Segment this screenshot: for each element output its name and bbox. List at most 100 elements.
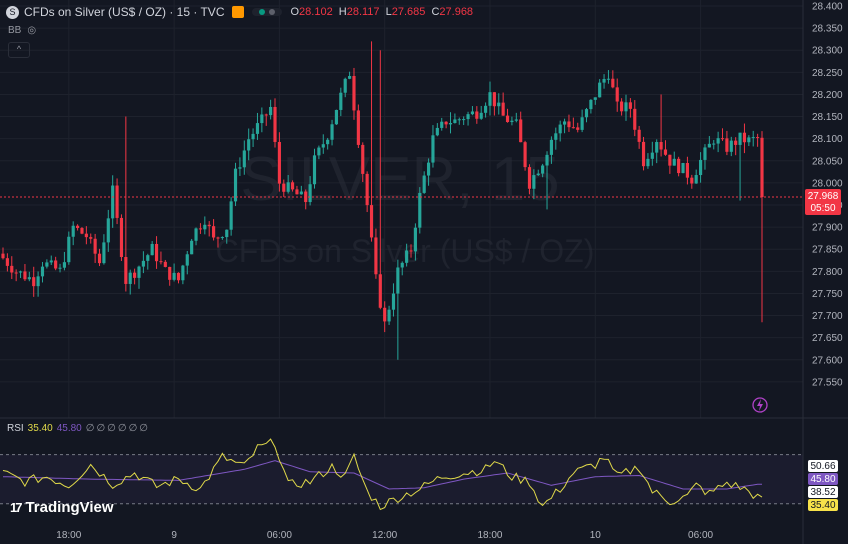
- watermark-description: CFDs on Silver (US$ / OZ): [216, 233, 595, 269]
- y-tick-label: 27.800: [812, 267, 843, 278]
- symbol-title[interactable]: CFDs on Silver (US$ / OZ) · 15 · TVC: [24, 5, 224, 19]
- candle-body: [229, 201, 233, 230]
- rsi-value: 35.40: [27, 423, 53, 434]
- candle-body: [698, 159, 703, 176]
- candle-body: [734, 140, 738, 145]
- candle-body: [554, 133, 558, 140]
- candle-body: [497, 102, 501, 107]
- candle-body: [212, 226, 216, 238]
- candle-body: [365, 173, 369, 206]
- candle-body: [633, 108, 637, 130]
- candle-body: [729, 140, 733, 152]
- rsi-value-badge: 50.66: [808, 460, 838, 472]
- candle-body: [602, 79, 606, 83]
- candle-body: [168, 266, 172, 280]
- candle-body: [233, 168, 238, 202]
- candle-body: [668, 154, 672, 166]
- y-tick-label: 28.250: [812, 68, 843, 79]
- candle-body: [220, 237, 224, 239]
- symbol-logo-icon: S: [6, 5, 19, 19]
- candle-body: [264, 114, 268, 116]
- candle-body: [409, 250, 413, 252]
- candle-body: [383, 307, 387, 322]
- candle: [80, 227, 84, 235]
- candle-body: [510, 120, 514, 123]
- candle-body: [628, 102, 632, 109]
- candle-body: [488, 92, 492, 106]
- chart-canvas[interactable]: SILVER, 15 CFDs on Silver (US$ / OZ) 28.…: [0, 0, 848, 544]
- candle-body: [677, 158, 681, 174]
- flag-icon[interactable]: [232, 6, 245, 18]
- candle-body: [606, 78, 611, 80]
- y-tick-label: 27.600: [812, 355, 843, 366]
- candle-body: [405, 250, 409, 263]
- candle-body: [282, 183, 286, 192]
- candle-body: [545, 154, 549, 166]
- y-tick-label: 28.050: [812, 156, 843, 167]
- candle-body: [181, 265, 185, 281]
- candle-body: [589, 99, 593, 110]
- candle-body: [655, 142, 659, 153]
- candle-body: [541, 165, 545, 174]
- candle-body: [247, 139, 251, 151]
- candle-body: [413, 227, 417, 252]
- y-tick-label: 27.850: [812, 245, 843, 256]
- candle: [641, 136, 646, 171]
- x-tick-label: 06:00: [267, 530, 292, 541]
- candle-body: [203, 224, 207, 230]
- tradingview-logo[interactable]: 17 TradingView: [10, 499, 114, 516]
- x-tick-label: 18:00: [56, 530, 81, 541]
- candle: [681, 162, 685, 174]
- candle-body: [71, 225, 75, 237]
- candle-body: [32, 277, 36, 287]
- bb-label: BB: [8, 25, 22, 36]
- candle-body: [89, 237, 93, 239]
- candle-body: [343, 78, 347, 93]
- candle-body: [124, 257, 128, 284]
- candle-body: [93, 238, 97, 254]
- candle-body: [137, 266, 141, 278]
- candle-body: [146, 255, 150, 261]
- candle-body: [703, 147, 707, 160]
- candle-body: [440, 121, 444, 128]
- candle-body: [751, 137, 755, 139]
- candle-body: [611, 78, 615, 88]
- y-tick-label: 27.900: [812, 223, 843, 234]
- candle-body: [536, 173, 540, 176]
- rsi-badge-text: 50.66: [810, 461, 835, 472]
- candle-body: [198, 228, 203, 230]
- rsi-title: RSI: [7, 423, 24, 434]
- candle-body: [391, 293, 396, 310]
- chart-root[interactable]: SILVER, 15 CFDs on Silver (US$ / OZ) 28.…: [0, 0, 848, 544]
- candle-body: [444, 121, 448, 125]
- candle-body: [317, 147, 321, 156]
- y-tick-label: 28.100: [812, 134, 843, 145]
- candle-body: [663, 149, 668, 155]
- bb-indicator-legend[interactable]: BB ◎: [8, 25, 36, 36]
- candle-body: [742, 132, 747, 143]
- candle-body: [185, 254, 189, 266]
- rsi-badge-text: 35.40: [810, 500, 835, 511]
- candle-body: [505, 115, 510, 123]
- candle-body: [361, 144, 365, 174]
- chart-header: S CFDs on Silver (US$ / OZ) · 15 · TVC O…: [6, 5, 476, 19]
- candle-body: [356, 110, 360, 145]
- candle-body: [650, 152, 654, 159]
- collapse-legend-button[interactable]: ^: [8, 42, 30, 58]
- candle-body: [5, 258, 9, 266]
- eye-slash-icon[interactable]: ◎: [27, 25, 36, 36]
- market-status-icon[interactable]: [252, 8, 283, 16]
- rsi-legend[interactable]: RSI 35.40 45.80 ∅∅∅∅∅∅: [7, 423, 150, 434]
- y-tick-label: 28.200: [812, 90, 843, 101]
- rsi-badge-text: 45.80: [810, 474, 835, 485]
- candle-body: [598, 82, 602, 98]
- candle-body: [501, 102, 505, 116]
- x-tick-label: 12:00: [372, 530, 397, 541]
- candle-body: [330, 124, 334, 140]
- candle-body: [580, 117, 584, 130]
- candle-body: [492, 92, 496, 107]
- candle-body: [378, 274, 382, 308]
- candle-body: [466, 114, 470, 120]
- x-tick-label: 10: [590, 530, 602, 541]
- candle-body: [334, 109, 339, 125]
